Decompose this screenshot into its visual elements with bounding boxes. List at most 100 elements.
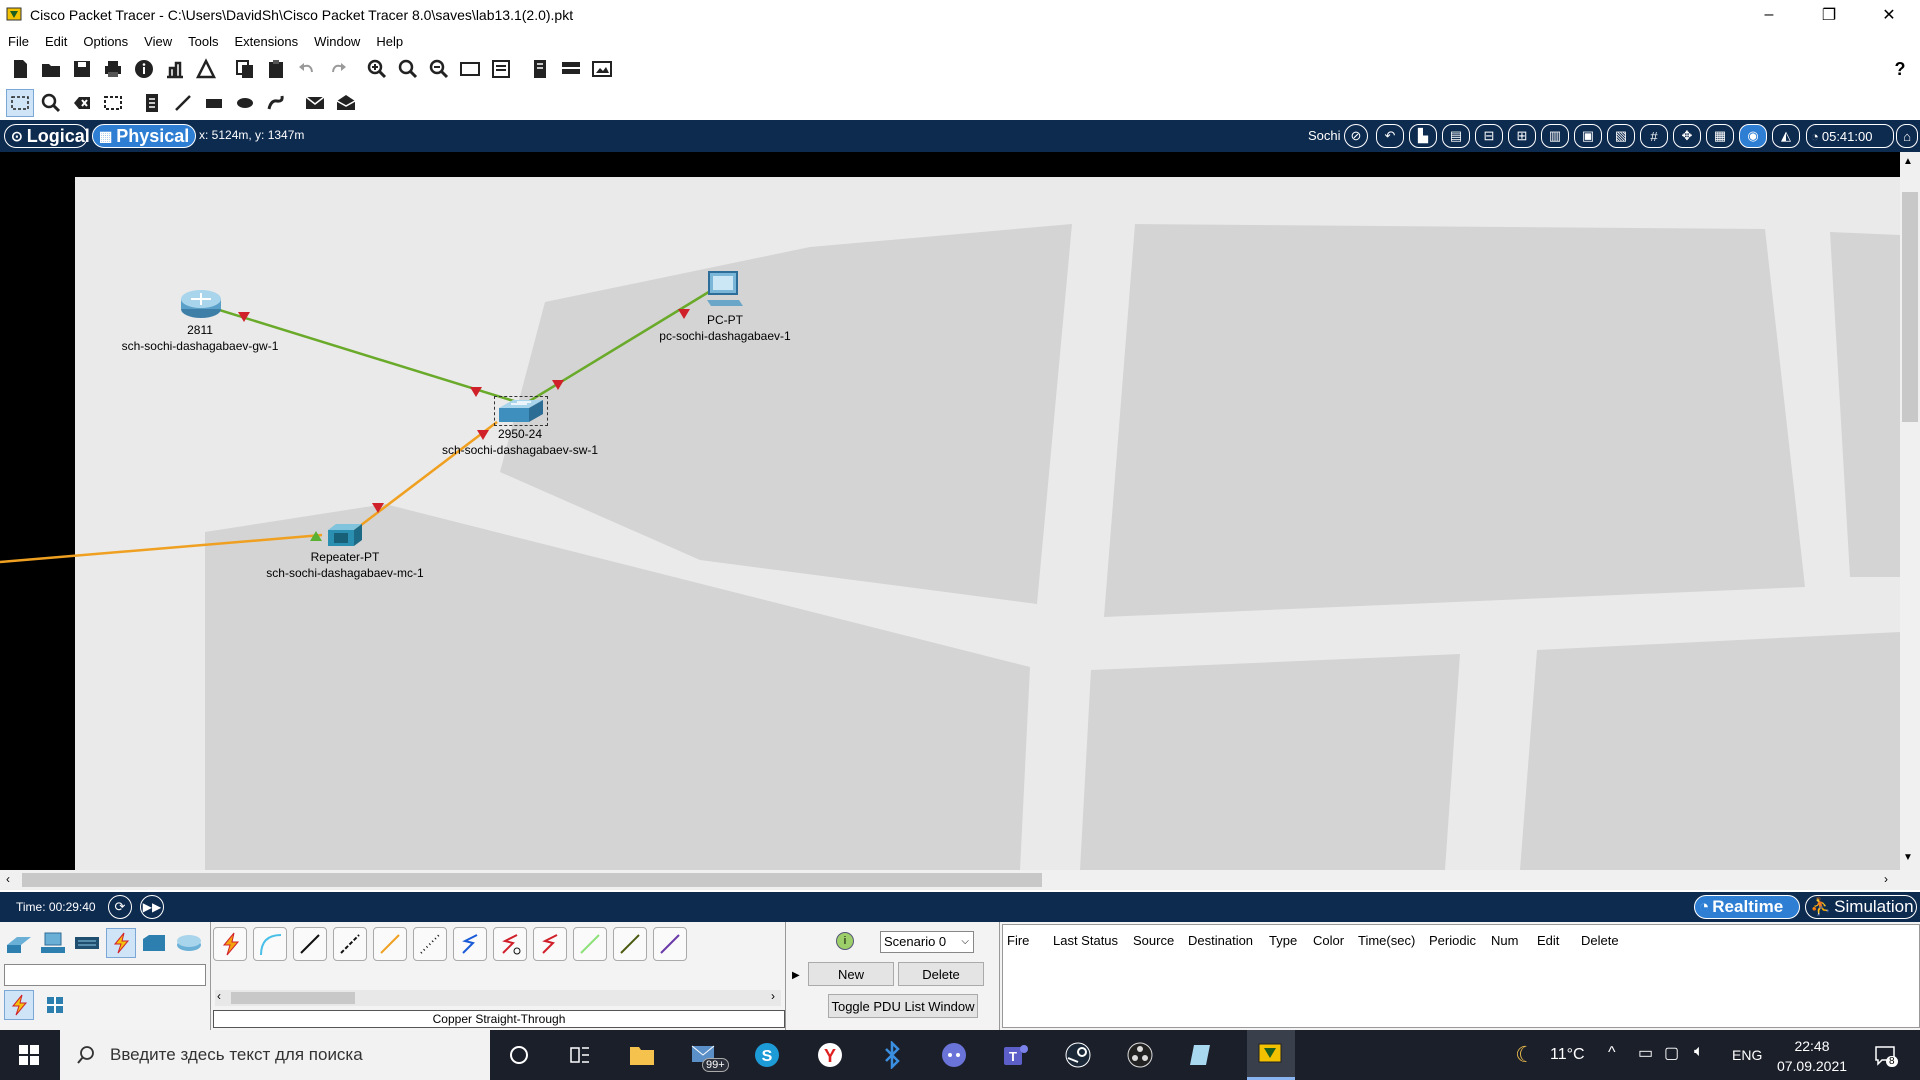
steam-icon[interactable]: [1061, 1038, 1095, 1072]
scroll-down-icon[interactable]: ▼: [1903, 852, 1913, 863]
iot-custom-cable-icon[interactable]: [613, 927, 647, 961]
new-city-icon[interactable]: ▙: [1409, 124, 1437, 148]
cluster-icon[interactable]: [557, 55, 585, 83]
cable-scroll-right-icon[interactable]: ›: [771, 989, 775, 1003]
cable-scrollbar[interactable]: ‹ ›: [215, 989, 781, 1006]
draw-ellipse-icon[interactable]: [231, 89, 259, 117]
coaxial-cable-icon[interactable]: [453, 927, 487, 961]
vertical-scroll-thumb[interactable]: [1902, 192, 1918, 422]
scenario-select[interactable]: Scenario 0 ⌵: [880, 931, 974, 953]
new-building-icon[interactable]: ▤: [1442, 124, 1470, 148]
phone-cable-icon[interactable]: [413, 927, 447, 961]
new-scenario-button[interactable]: New: [808, 962, 894, 986]
discord-icon[interactable]: [937, 1038, 971, 1072]
scenario-info-icon[interactable]: i: [836, 932, 854, 950]
weather-temperature[interactable]: 11°C: [1550, 1046, 1585, 1064]
help-icon[interactable]: ?: [1886, 55, 1914, 83]
copy-icon[interactable]: [231, 55, 259, 83]
end-devices-category-icon[interactable]: [38, 928, 68, 958]
select-icon[interactable]: [6, 89, 34, 117]
add-simple-pdu-icon[interactable]: [301, 89, 329, 117]
new-rack-icon[interactable]: ⊞: [1508, 124, 1536, 148]
home-icon[interactable]: ⌂: [1896, 124, 1918, 148]
console-cable-icon[interactable]: [253, 927, 287, 961]
set-background-icon[interactable]: ▧: [1607, 124, 1635, 148]
serial-dce-icon[interactable]: [493, 927, 527, 961]
custom-device-icon[interactable]: [487, 55, 515, 83]
screenshot-icon[interactable]: [588, 55, 616, 83]
redo-icon[interactable]: [324, 55, 352, 83]
back-icon[interactable]: ↶: [1376, 124, 1404, 148]
notes-app-icon[interactable]: [1185, 1038, 1219, 1072]
pdu-col-source[interactable]: Source: [1133, 933, 1174, 948]
power-cycle-icon[interactable]: ⟳: [108, 895, 132, 919]
navigation-compass-icon[interactable]: ⊘: [1344, 124, 1368, 148]
battery-icon[interactable]: ▭: [1638, 1043, 1653, 1063]
device-template-icon[interactable]: [526, 55, 554, 83]
physical-workspace[interactable]: 2811 sch-sochi-dashagabaev-gw-1 PC-PT pc…: [0, 152, 1920, 870]
undo-icon[interactable]: [293, 55, 321, 83]
inspect-icon[interactable]: [37, 89, 65, 117]
menu-options[interactable]: Options: [83, 34, 128, 49]
draw-line-icon[interactable]: [169, 89, 197, 117]
paste-icon[interactable]: [262, 55, 290, 83]
taskbar-clock[interactable]: 22:48 07.09.2021: [1776, 1036, 1848, 1076]
network-devices-category-icon[interactable]: [4, 928, 34, 958]
restore-button[interactable]: ❐: [1800, 0, 1858, 30]
usb-cable-icon[interactable]: [653, 927, 687, 961]
add-complex-pdu-icon[interactable]: [332, 89, 360, 117]
save-icon[interactable]: [68, 55, 96, 83]
fiber-icon[interactable]: [373, 927, 407, 961]
menu-extensions[interactable]: Extensions: [234, 34, 298, 49]
pdu-col-delete[interactable]: Delete: [1581, 933, 1619, 948]
resize-shape-icon[interactable]: [99, 89, 127, 117]
device-search-input[interactable]: [4, 964, 206, 986]
show-hidden-icons-icon[interactable]: ^: [1608, 1044, 1616, 1062]
new-shelf-icon[interactable]: ▥: [1541, 124, 1569, 148]
print-icon[interactable]: [99, 55, 127, 83]
components-category-icon[interactable]: [72, 928, 102, 958]
connections-subcategory-icon[interactable]: [4, 990, 34, 1020]
copper-cross-over-icon[interactable]: [333, 927, 367, 961]
menu-view[interactable]: View: [144, 34, 172, 49]
menu-file[interactable]: File: [8, 34, 29, 49]
pdu-col-num[interactable]: Num: [1491, 933, 1518, 948]
teams-icon[interactable]: T: [999, 1038, 1033, 1072]
pdu-col-periodic[interactable]: Periodic: [1429, 933, 1476, 948]
grid-icon[interactable]: #: [1640, 124, 1668, 148]
pdu-col-type[interactable]: Type: [1269, 933, 1297, 948]
scroll-up-icon[interactable]: ▲: [1903, 156, 1913, 167]
delete-icon[interactable]: [68, 89, 96, 117]
tab-logical[interactable]: ⊙ Logical: [4, 124, 90, 148]
multiuser-category-icon[interactable]: [174, 928, 204, 958]
new-file-icon[interactable]: [6, 55, 34, 83]
draw-rectangle-icon[interactable]: [200, 89, 228, 117]
zoom-reset-icon[interactable]: [394, 55, 422, 83]
windows-start-icon[interactable]: [12, 1038, 46, 1072]
language-indicator[interactable]: ENG: [1732, 1047, 1762, 1063]
fast-forward-icon[interactable]: ▶▶: [140, 895, 164, 919]
router-icon[interactable]: [179, 287, 223, 321]
toggle-pdu-list-button[interactable]: Toggle PDU List Window: [828, 994, 978, 1018]
pdu-col-last-status[interactable]: Last Status: [1053, 933, 1118, 948]
menu-window[interactable]: Window: [314, 34, 360, 49]
pdu-col-edit[interactable]: Edit: [1537, 933, 1559, 948]
serial-dte-icon[interactable]: [533, 927, 567, 961]
network-wizard-icon[interactable]: [161, 55, 189, 83]
misc-category-icon[interactable]: [140, 928, 170, 958]
collapse-panel-icon[interactable]: ▶: [792, 970, 800, 981]
bluetooth-app-icon[interactable]: [875, 1038, 909, 1072]
obs-icon[interactable]: [1123, 1038, 1157, 1072]
cable-scroll-left-icon[interactable]: ‹: [217, 989, 221, 1003]
info-icon[interactable]: [130, 55, 158, 83]
pdu-col-time[interactable]: Time(sec): [1358, 933, 1415, 948]
location-breadcrumb[interactable]: Sochi: [1308, 128, 1341, 143]
structured-cabling-icon[interactable]: [40, 990, 70, 1020]
repeater-icon[interactable]: [326, 522, 364, 548]
tab-physical[interactable]: ▦ Physical: [92, 124, 196, 148]
cortana-icon[interactable]: [502, 1038, 536, 1072]
yandex-browser-icon[interactable]: Y: [813, 1038, 847, 1072]
taskbar-search[interactable]: Введите здесь текст для поиска: [60, 1030, 490, 1080]
freeform-icon[interactable]: [262, 89, 290, 117]
switch-icon[interactable]: [497, 398, 545, 424]
